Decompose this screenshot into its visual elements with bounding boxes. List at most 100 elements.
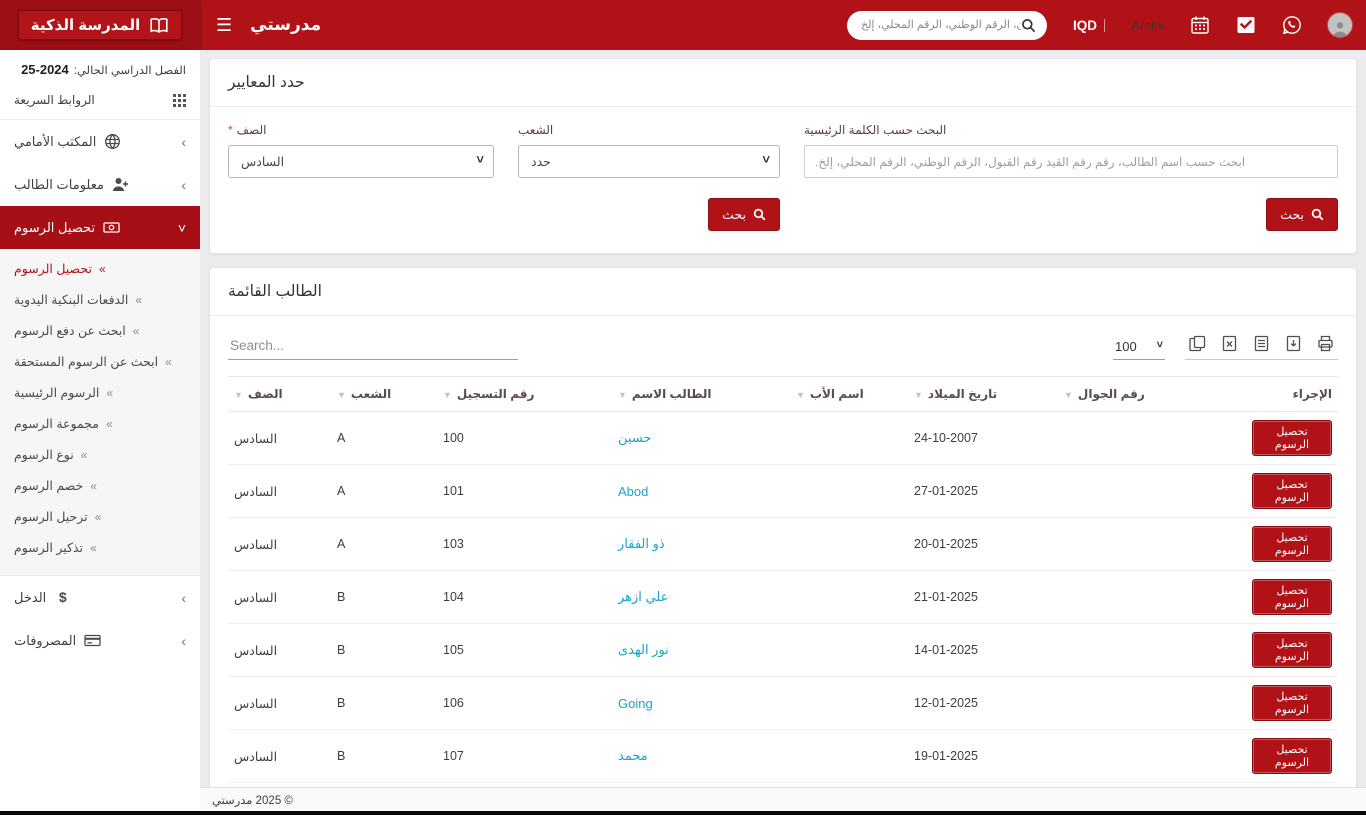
search-icon[interactable]	[1021, 18, 1036, 33]
chevron-icon: ‹	[181, 177, 186, 193]
class-select[interactable]: السادس	[228, 145, 494, 178]
cell-student-name: محمد	[612, 730, 790, 783]
sidebar-item-income[interactable]: الدخل $ ‹	[0, 576, 200, 619]
cell-father-name	[790, 412, 908, 465]
excel-export-icon[interactable]	[1221, 335, 1238, 352]
submenu-item-fees-carry-forward[interactable]: ترحيل الرسوم «	[0, 501, 200, 532]
keyword-label: البحث حسب الكلمة الرئيسية	[804, 123, 946, 137]
table-row: السادس A 101 Abod 27-01-2025 تحصيل الرسو…	[228, 465, 1338, 518]
global-search-input[interactable]	[861, 19, 1021, 31]
column-header-father-name[interactable]: ▼اسم الأب	[790, 377, 908, 412]
column-header-dob[interactable]: ▼تاريخ الميلاد	[908, 377, 1058, 412]
student-table-body: السادس A 100 حسين 24-10-2007 تحصيل الرسو…	[228, 412, 1338, 788]
calendar-icon[interactable]	[1190, 15, 1210, 35]
submenu-label: الرسوم الرئيسية	[14, 385, 99, 400]
pdf-export-icon[interactable]	[1285, 335, 1302, 352]
submenu-item-fees-reminder[interactable]: تذكير الرسوم «	[0, 532, 200, 563]
column-header-student-name[interactable]: ▼الطالب الاسم	[612, 377, 790, 412]
collect-fees-button[interactable]: تحصيل الرسوم	[1252, 473, 1332, 509]
student-name-link[interactable]: علي ازهر	[618, 589, 668, 604]
column-header-mobile[interactable]: ▼رقم الجوال	[1058, 377, 1246, 412]
collect-fees-button[interactable]: تحصيل الرسوم	[1252, 420, 1332, 456]
cell-dob: 24-10-2007	[908, 412, 1058, 465]
sidebar-item-student-info[interactable]: معلومات الطالب ‹	[0, 163, 200, 206]
collect-fees-button[interactable]: تحصيل الرسوم	[1252, 632, 1332, 668]
submenu-item-fees-group[interactable]: مجموعة الرسوم «	[0, 408, 200, 439]
search-button[interactable]: بحث	[708, 198, 780, 231]
cell-student-name: Abod	[612, 465, 790, 518]
chevron-icon: ‹	[181, 590, 186, 606]
list-title: الطالب القائمة	[210, 268, 1356, 316]
cell-section: A	[331, 412, 437, 465]
cell-class: السادس	[228, 730, 331, 783]
topbar: المدرسة الذكية ☰ مدرستي IQD Arabic	[0, 0, 1366, 50]
cell-mobile	[1058, 518, 1246, 571]
tasks-check-icon[interactable]	[1236, 15, 1256, 35]
cell-action: تحصيل الرسوم	[1246, 571, 1338, 624]
table-row: السادس B 105 نور الهدى 14-01-2025 تحصيل …	[228, 624, 1338, 677]
sidebar-item-front-office[interactable]: المكتب الأمامي ‹	[0, 120, 200, 163]
cell-section: A	[331, 518, 437, 571]
student-name-link[interactable]: حسين	[618, 430, 651, 445]
collect-fees-button[interactable]: تحصيل الرسوم	[1252, 526, 1332, 562]
cell-reg-no: 105	[437, 624, 612, 677]
submenu-item-search-fees-payment[interactable]: ابحث عن دفع الرسوم «	[0, 315, 200, 346]
submenu-item-manual-bank-payments[interactable]: الدفعات البنكية اليدوية «	[0, 284, 200, 315]
column-header-reg-no[interactable]: ▼رقم التسجيل	[437, 377, 612, 412]
session-label: الفصل الدراسي الحالي:	[74, 63, 186, 77]
cell-father-name	[790, 677, 908, 730]
page-size-select[interactable]: 100	[1113, 335, 1165, 360]
menu-label: تحصيل الرسوم	[14, 220, 95, 236]
table-search-input[interactable]	[228, 332, 518, 360]
student-name-link[interactable]: Going	[618, 696, 653, 711]
cell-reg-no: 104	[437, 571, 612, 624]
cell-reg-no: 101	[437, 465, 612, 518]
cell-mobile	[1058, 677, 1246, 730]
cell-father-name	[790, 571, 908, 624]
submenu-item-search-due-fees[interactable]: ابحث عن الرسوم المستحقة «	[0, 346, 200, 377]
submenu-item-fees-master[interactable]: الرسوم الرئيسية «	[0, 377, 200, 408]
dollar-icon: $	[54, 589, 71, 606]
sort-icon: ▼	[1064, 390, 1073, 400]
cell-student-name: Going	[612, 677, 790, 730]
angle-marker-icon: «	[135, 293, 142, 307]
collect-fees-button[interactable]: تحصيل الرسوم	[1252, 579, 1332, 615]
collect-fees-button[interactable]: تحصيل الرسوم	[1252, 685, 1332, 721]
hamburger-menu-icon[interactable]: ☰	[216, 15, 232, 36]
chevron-icon: ‹	[181, 633, 186, 649]
cell-action: تحصيل الرسوم	[1246, 624, 1338, 677]
school-logo[interactable]: المدرسة الذكية	[18, 10, 183, 40]
csv-file-icon[interactable]	[1253, 335, 1270, 352]
keyword-search-button[interactable]: بحث	[1266, 198, 1338, 231]
student-name-link[interactable]: ذو الفقار	[618, 536, 665, 551]
currency-selector[interactable]: IQD	[1073, 18, 1105, 33]
section-select[interactable]: حدد	[518, 145, 780, 178]
sidebar-item-fees-collection[interactable]: تحصيل الرسوم ˅	[0, 206, 200, 249]
column-header-class[interactable]: ▼الصف	[228, 377, 331, 412]
submenu-item-fees-collection[interactable]: تحصيل الرسوم «	[0, 253, 200, 284]
sidebar-item-expenses[interactable]: المصروفات ‹	[0, 619, 200, 662]
print-icon[interactable]	[1317, 335, 1334, 352]
bottom-strip	[0, 811, 1366, 815]
submenu-item-fees-discount[interactable]: خصم الرسوم «	[0, 470, 200, 501]
submenu-item-fees-type[interactable]: نوع الرسوم «	[0, 439, 200, 470]
column-header-section[interactable]: ▼الشعب	[331, 377, 437, 412]
language-selector[interactable]: Arabic	[1131, 18, 1164, 33]
user-avatar[interactable]	[1328, 13, 1352, 37]
whatsapp-icon[interactable]	[1282, 15, 1302, 35]
collect-fees-button[interactable]: تحصيل الرسوم	[1252, 738, 1332, 774]
student-name-link[interactable]: Abod	[618, 484, 648, 499]
cell-student-name: ذو الفقار	[612, 518, 790, 571]
quick-links[interactable]: الروابط السريعة	[0, 83, 200, 120]
copy-icon[interactable]	[1189, 335, 1206, 352]
student-name-link[interactable]: نور الهدى	[618, 642, 669, 657]
submenu-label: ابحث عن دفع الرسوم	[14, 323, 126, 338]
global-search[interactable]	[847, 11, 1047, 40]
student-name-link[interactable]: محمد	[618, 748, 648, 763]
brand-name: المدرسة الذكية	[31, 16, 141, 34]
keyword-input[interactable]	[804, 145, 1338, 178]
cell-mobile	[1058, 412, 1246, 465]
cell-student-name: علي ازهر	[612, 571, 790, 624]
grid-apps-icon[interactable]	[173, 94, 186, 107]
sort-icon: ▼	[796, 390, 805, 400]
